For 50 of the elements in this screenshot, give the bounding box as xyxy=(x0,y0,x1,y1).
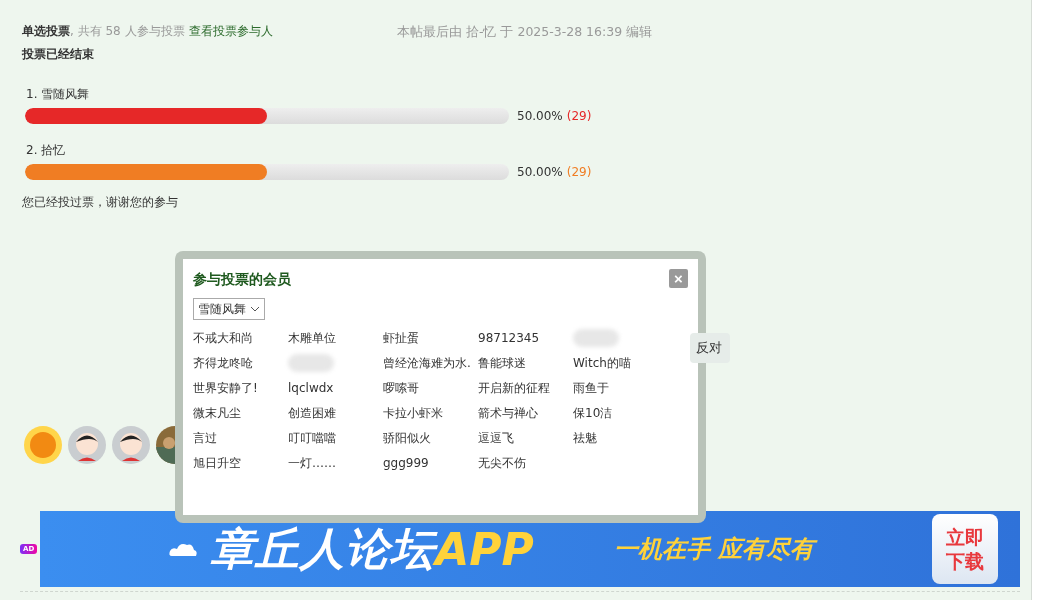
member-name[interactable]: Witch的喵 xyxy=(573,351,668,376)
member-name[interactable]: 祛魅 xyxy=(573,426,668,451)
vote-percent: 50.00% xyxy=(517,109,563,123)
member-name[interactable]: 一灯…… xyxy=(288,451,383,476)
member-name[interactable]: 不戒大和尚 xyxy=(193,326,288,351)
edit-note: 本帖最后由 拾-忆 于 2025-3-28 16:39 编辑 xyxy=(397,24,653,41)
member-name[interactable]: 保10洁 xyxy=(573,401,668,426)
member-name[interactable]: 言过 xyxy=(193,426,288,451)
poll-summary: , 共有 58 人参与投票 xyxy=(70,22,185,40)
member-name[interactable]: 卡拉小虾米 xyxy=(383,401,478,426)
member-name[interactable]: ggg999 xyxy=(383,451,478,476)
member-name[interactable]: 开启新的征程 xyxy=(478,376,573,401)
oppose-button[interactable]: 反对 xyxy=(690,333,730,363)
blurred-name xyxy=(288,354,334,372)
poll-type: 单选投票 xyxy=(22,22,70,40)
member-name[interactable]: 旭日升空 xyxy=(193,451,288,476)
member-name[interactable]: 木雕单位 xyxy=(288,326,383,351)
member-name[interactable]: 叮叮噹噹 xyxy=(288,426,383,451)
download-button[interactable]: 立即 下载 xyxy=(932,514,999,584)
member-name[interactable]: 逗逗飞 xyxy=(478,426,573,451)
avatar-icon[interactable] xyxy=(67,425,107,465)
member-name[interactable]: 啰嗦哥 xyxy=(383,376,478,401)
member-name[interactable]: 骄阳似火 xyxy=(383,426,478,451)
member-name[interactable]: 微末凡尘 xyxy=(193,401,288,426)
option-select[interactable]: 雪随风舞 xyxy=(193,298,265,320)
vote-percent: 50.00% xyxy=(517,165,563,179)
vote-count: (29) xyxy=(566,165,592,179)
blurred-name xyxy=(573,329,619,347)
member-name[interactable]: 创造困难 xyxy=(288,401,383,426)
dialog-title: 参与投票的会员 xyxy=(193,271,291,289)
member-name[interactable]: 98712345 xyxy=(478,326,573,351)
member-name[interactable]: 雨鱼于 xyxy=(573,376,668,401)
option-label: 2. 拾忆 xyxy=(26,142,67,158)
voted-note: 您已经投过票，谢谢您的参与 xyxy=(22,194,179,211)
app-banner[interactable]: 章丘人论坛APP 一机在手 应有尽有 立即 下载 xyxy=(40,511,1021,587)
member-name[interactable]: 虾扯蛋 xyxy=(383,326,478,351)
member-name[interactable]: 齐得龙咚呛 xyxy=(193,351,288,376)
vote-count: (29) xyxy=(566,109,592,123)
member-name[interactable]: lqclwdx xyxy=(288,376,383,401)
option-label: 1. 雪随风舞 xyxy=(26,86,91,102)
chevron-down-icon xyxy=(250,306,260,312)
avatar-icon[interactable] xyxy=(111,425,151,465)
member-name[interactable]: 鲁能球迷 xyxy=(478,351,573,376)
member-name[interactable]: 世界安静了! xyxy=(193,376,288,401)
cloud-icon xyxy=(168,541,199,557)
view-voters-link[interactable]: 查看投票参与人 xyxy=(188,22,273,40)
poll-status: 投票已经结束 xyxy=(22,46,95,63)
member-name[interactable]: 无尖不伤 xyxy=(478,451,573,476)
member-name[interactable]: 曾经沧海难为水. xyxy=(383,351,478,376)
member-name[interactable]: 箭术与禅心 xyxy=(478,401,573,426)
